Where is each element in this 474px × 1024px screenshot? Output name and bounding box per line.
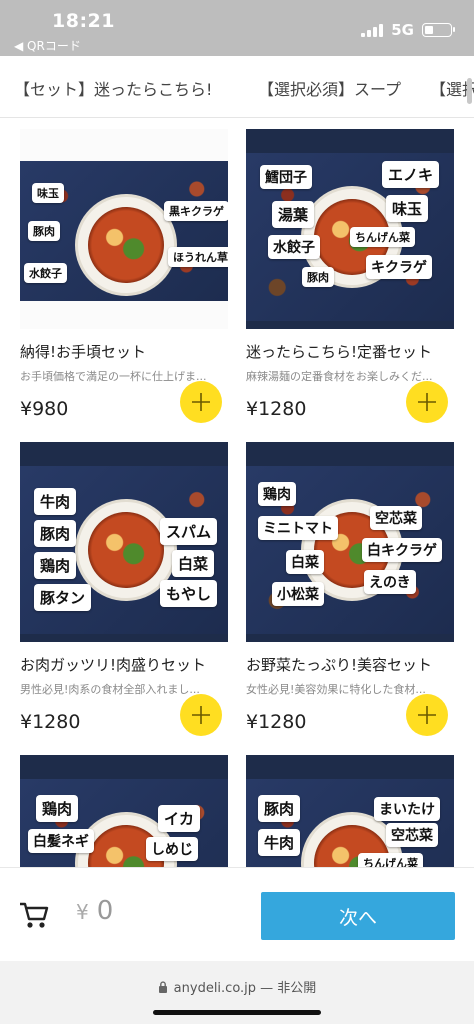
ingredient-tag: 空芯菜 [370, 506, 422, 530]
product-card[interactable]: 鶏肉 空芯菜 ミニトマト 白キクラゲ 白菜 えのき 小松菜 お野菜たっぷり!美容… [246, 442, 454, 736]
product-card[interactable]: 鶏肉 イカ 白髪ネギ しめじ [20, 755, 228, 867]
back-to-qr-link[interactable]: ◀ QRコード [14, 37, 81, 54]
shopping-cart-icon[interactable] [18, 900, 50, 930]
ingredient-tag: 牛肉 [258, 829, 301, 856]
plus-icon [418, 393, 436, 411]
ingredient-tag: 鱈団子 [260, 165, 312, 189]
address-text[interactable]: anydeli.co.jp — 非公開 [0, 977, 474, 996]
battery-fill [425, 26, 434, 34]
add-to-cart-button[interactable] [180, 694, 222, 736]
product-card[interactable]: 味玉 豚肉 水餃子 黒キクラゲ ほうれん草 納得!お手頃セット お手頃価格で満足… [20, 129, 228, 423]
cart-amount: 0 [96, 896, 114, 926]
ingredient-tag: 豚肉 [34, 520, 77, 547]
home-indicator[interactable] [153, 1010, 321, 1015]
ingredient-tag: スパム [160, 518, 218, 545]
ingredient-tag: 湯葉 [272, 201, 315, 228]
ingredient-tag: 鶏肉 [258, 482, 296, 506]
ingredient-tag: 空芯菜 [386, 823, 438, 847]
ingredient-tag: 水餃子 [24, 263, 67, 283]
ingredient-tag: ミニトマト [258, 516, 338, 540]
ingredient-tag: 牛肉 [34, 488, 77, 515]
plus-icon [418, 706, 436, 724]
ingredient-tag: 白菜 [172, 550, 215, 577]
signal-icon [361, 23, 384, 37]
cart-currency: ¥ [76, 900, 89, 924]
tabs-scrollbar[interactable] [467, 78, 472, 104]
ingredient-tag: イカ [158, 805, 201, 832]
product-image[interactable]: 豚肉 まいたけ 牛肉 空芯菜 ちんげん菜 [246, 755, 454, 867]
tab-soup-required[interactable]: 【選択必須】スープ [258, 76, 401, 100]
ingredient-tag: 白髪ネギ [28, 829, 94, 853]
ingredient-tag: 小松菜 [272, 582, 324, 606]
browser-address-bar[interactable]: anydeli.co.jp — 非公開 [0, 961, 474, 1024]
ingredient-tag: 味玉 [386, 195, 429, 222]
ingredient-tag: ちんげん菜 [358, 853, 423, 867]
ingredient-tag: ほうれん草 [168, 247, 228, 267]
add-to-cart-button[interactable] [406, 381, 448, 423]
product-image[interactable]: 鱈団子 エノキ 湯葉 味玉 水餃子 ちんげん菜 豚肉 キクラゲ [246, 129, 454, 329]
product-name[interactable]: 迷ったらこちら!定番セット [246, 341, 454, 362]
plus-icon [192, 706, 210, 724]
product-name[interactable]: お肉ガッツリ!肉盛りセット [20, 654, 228, 675]
cart-total: ¥0 [76, 896, 113, 926]
ingredient-tag: まいたけ [374, 797, 440, 821]
cart-bar: ¥0 次へ [0, 867, 474, 961]
ingredient-tag: ちんげん菜 [350, 227, 415, 247]
product-name[interactable]: 納得!お手頃セット [20, 341, 228, 362]
ingredient-tag: エノキ [382, 161, 440, 188]
ingredient-tag: 豚肉 [28, 221, 60, 241]
product-image[interactable]: 鶏肉 イカ 白髪ネギ しめじ [20, 755, 228, 867]
status-indicators: 5G [361, 21, 455, 39]
product-image[interactable]: 味玉 豚肉 水餃子 黒キクラゲ ほうれん草 [20, 129, 228, 329]
lock-icon [158, 981, 167, 993]
ingredient-tag: 鶏肉 [34, 552, 77, 579]
ingredient-tag: 味玉 [32, 183, 64, 203]
ingredient-tag: 白キクラゲ [362, 538, 442, 562]
product-card[interactable]: 豚肉 まいたけ 牛肉 空芯菜 ちんげん菜 [246, 755, 454, 867]
ramen-bowl-icon [78, 197, 174, 293]
ingredient-tag: もやし [160, 580, 218, 607]
ingredient-tag: 豚タン [34, 584, 92, 611]
add-to-cart-button[interactable] [180, 381, 222, 423]
next-button[interactable]: 次へ [261, 892, 455, 940]
ingredient-tag: 水餃子 [268, 235, 320, 259]
tab-set-recommended[interactable]: 【セット】迷ったらこちら! [14, 76, 212, 100]
product-grid: 味玉 豚肉 水餃子 黒キクラゲ ほうれん草 納得!お手頃セット お手頃価格で満足… [0, 119, 474, 867]
ingredient-tag: えのき [364, 570, 416, 594]
plus-icon [192, 393, 210, 411]
ingredient-tag: キクラゲ [366, 255, 432, 279]
product-image[interactable]: 牛肉 豚肉 スパム 鶏肉 白菜 豚タン もやし [20, 442, 228, 642]
product-card[interactable]: 牛肉 豚肉 スパム 鶏肉 白菜 豚タン もやし お肉ガッツリ!肉盛りセット 男性… [20, 442, 228, 736]
status-time: 18:21 [52, 10, 115, 32]
product-card[interactable]: 鱈団子 エノキ 湯葉 味玉 水餃子 ちんげん菜 豚肉 キクラゲ 迷ったらこちら!… [246, 129, 454, 423]
ingredient-tag: しめじ [146, 837, 198, 861]
status-bar: 18:21 ◀ QRコード 5G [0, 0, 474, 56]
ingredient-tag: 豚肉 [302, 267, 334, 287]
category-tabs[interactable]: 【セット】迷ったらこちら! 【選択必須】スープ 【選択 [0, 56, 474, 118]
battery-icon [422, 23, 455, 37]
ingredient-tag: 黒キクラゲ [164, 201, 228, 221]
product-name[interactable]: お野菜たっぷり!美容セット [246, 654, 454, 675]
ingredient-tag: 鶏肉 [36, 795, 79, 822]
address-visibility: — 非公開 [256, 981, 317, 996]
ingredient-tag: 白菜 [286, 550, 324, 574]
add-to-cart-button[interactable] [406, 694, 448, 736]
address-domain: anydeli.co.jp [173, 981, 257, 996]
ingredient-tag: 豚肉 [258, 795, 301, 822]
network-type: 5G [391, 21, 414, 39]
product-image[interactable]: 鶏肉 空芯菜 ミニトマト 白キクラゲ 白菜 えのき 小松菜 [246, 442, 454, 642]
